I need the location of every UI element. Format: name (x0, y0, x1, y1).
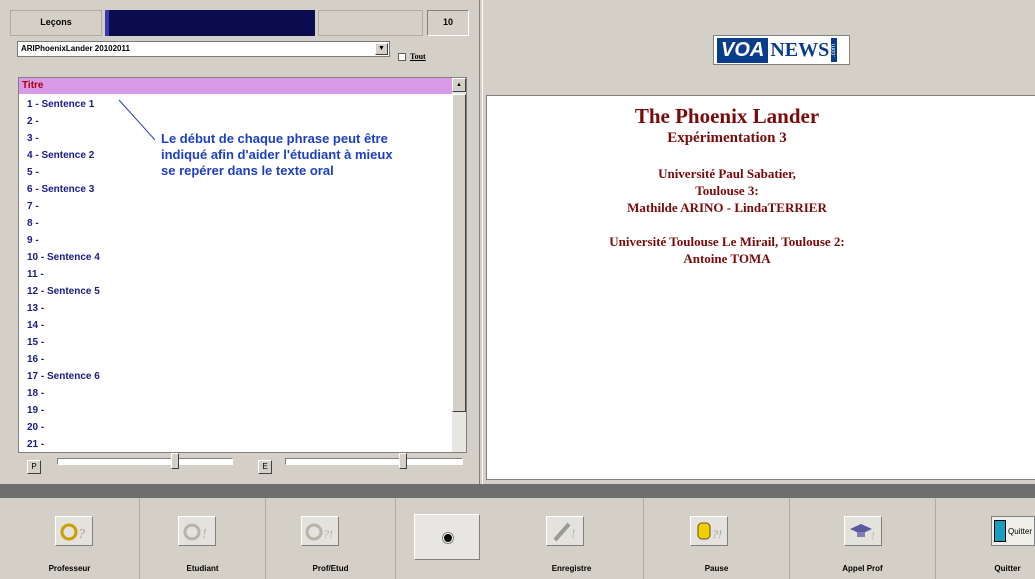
list-item[interactable]: 8 - (19, 215, 453, 232)
p-slider-thumb[interactable] (171, 453, 179, 469)
lesson-progress-bar (105, 10, 315, 36)
annotation-text: Le début de chaque phrase peut être indi… (161, 131, 441, 179)
annotation-line: Le début de chaque phrase peut être (161, 131, 388, 146)
content-line (487, 216, 967, 233)
record-indicator (396, 498, 500, 579)
list-item[interactable]: 19 - (19, 402, 453, 419)
content-line: Antoine TOMA (683, 251, 771, 266)
appel-prof-label: Appel Prof (842, 564, 883, 573)
quitter-label: Quitter (994, 564, 1021, 573)
tout-label: Tout (410, 52, 426, 61)
door-icon (994, 520, 1006, 542)
etudiant-button[interactable]: ! Etudiant (140, 498, 266, 579)
p-button[interactable]: P (27, 460, 41, 474)
svg-text:!: ! (871, 530, 875, 542)
lessons-label: Leçons (10, 10, 102, 36)
pause-button[interactable]: ?! Pause (644, 498, 790, 579)
professeur-button[interactable]: ? Professeur (0, 498, 140, 579)
e-slider-track[interactable] (285, 458, 463, 465)
record-indicator-panel (414, 514, 480, 560)
voa-news-logo: VOA NEWS .com (713, 35, 850, 65)
lesson-count: 10 (427, 10, 469, 36)
record-dot-icon (444, 534, 452, 542)
svg-text:?: ? (78, 527, 85, 542)
svg-text:!: ! (202, 527, 207, 542)
headset-exclamation-icon[interactable]: ! (178, 516, 216, 546)
tout-checkbox[interactable] (398, 53, 406, 61)
content-subtitle: Expérimentation 3 (667, 130, 787, 146)
annotation-line: indiqué afin d'aider l'étudiant à mieux (161, 147, 393, 162)
e-slider-thumb[interactable] (399, 453, 407, 469)
content-line: Toulouse 3: (695, 183, 759, 198)
list-scrollbar[interactable]: ▲ (452, 78, 466, 452)
content-panel: VOA NEWS .com The Phoenix Lander Expérim… (483, 0, 1035, 484)
lesson-blank-cell (318, 10, 423, 36)
lesson-dropdown-value: ARIPhoenixLander 20102011 (21, 44, 130, 53)
logo-com-text: .com (831, 38, 838, 62)
prof-etud-label: Prof/Etud (312, 564, 349, 573)
e-button[interactable]: E (258, 460, 272, 474)
logo-voa-text: VOA (717, 37, 769, 63)
lesson-panel: Leçons 10 ARIPhoenixLander 20102011 ▼ To… (0, 0, 479, 484)
sentence-list[interactable]: Titre ▲ 1 - Sentence 12 -3 -4 - Sentence… (18, 77, 467, 453)
content-line: Université Paul Sabatier, (658, 166, 796, 181)
content-title: The Phoenix Lander (634, 104, 820, 128)
scroll-thumb[interactable] (452, 94, 466, 412)
list-item[interactable]: 21 - (19, 436, 453, 452)
headset-question-exclamation-icon[interactable]: ?! (301, 516, 339, 546)
list-item[interactable]: 7 - (19, 198, 453, 215)
content-line: Mathilde ARINO - LindaTERRIER (627, 200, 827, 215)
graduation-cap-icon[interactable]: ! (844, 516, 882, 546)
logo-news-text: NEWS (770, 38, 830, 61)
pause-label: Pause (704, 564, 729, 573)
list-item[interactable]: 14 - (19, 317, 453, 334)
list-item[interactable]: 18 - (19, 385, 453, 402)
annotation-line: se repérer dans le texte oral (161, 163, 334, 178)
professeur-label: Professeur (48, 564, 91, 573)
svg-text:!: ! (571, 526, 575, 541)
quitter-button-text: Quitter (1008, 526, 1033, 536)
etudiant-label: Etudiant (186, 564, 219, 573)
list-item[interactable]: 16 - (19, 351, 453, 368)
svg-text:?!: ?! (323, 527, 333, 541)
scroll-up-icon[interactable]: ▲ (452, 78, 466, 92)
list-item[interactable]: 9 - (19, 232, 453, 249)
text-display: The Phoenix Lander Expérimentation 3 Uni… (486, 95, 1035, 480)
toolbar-divider (0, 484, 1035, 498)
lesson-dropdown[interactable]: ARIPhoenixLander 20102011 ▼ (17, 41, 390, 57)
list-item[interactable]: 13 - (19, 300, 453, 317)
appel-prof-button[interactable]: ! Appel Prof (790, 498, 936, 579)
hand-icon[interactable]: ?! (690, 516, 728, 546)
list-item[interactable]: 17 - Sentence 6 (19, 368, 453, 385)
svg-text:?!: ?! (712, 527, 722, 541)
enregistre-label: Enregistre (551, 564, 592, 573)
quitter-button[interactable]: Quitter (991, 516, 1035, 546)
prof-etud-button[interactable]: ?! Prof/Etud (266, 498, 396, 579)
headset-question-icon[interactable]: ? (55, 516, 93, 546)
list-item[interactable]: 12 - Sentence 5 (19, 283, 453, 300)
enregistre-button[interactable]: ! Enregistre (500, 498, 644, 579)
content-line: Université Toulouse Le Mirail, Toulouse … (609, 234, 845, 249)
microphone-icon[interactable]: ! (546, 516, 584, 546)
list-item[interactable]: 11 - (19, 266, 453, 283)
bottom-toolbar: ? Professeur ! Etudiant ?! Prof/Etud ! E… (0, 498, 1035, 579)
p-slider-track[interactable] (57, 458, 233, 465)
list-item[interactable]: 15 - (19, 334, 453, 351)
list-item[interactable]: 10 - Sentence 4 (19, 249, 453, 266)
content-text: The Phoenix Lander Expérimentation 3 Uni… (487, 104, 967, 267)
list-item[interactable]: 20 - (19, 419, 453, 436)
chevron-down-icon[interactable]: ▼ (375, 43, 388, 55)
